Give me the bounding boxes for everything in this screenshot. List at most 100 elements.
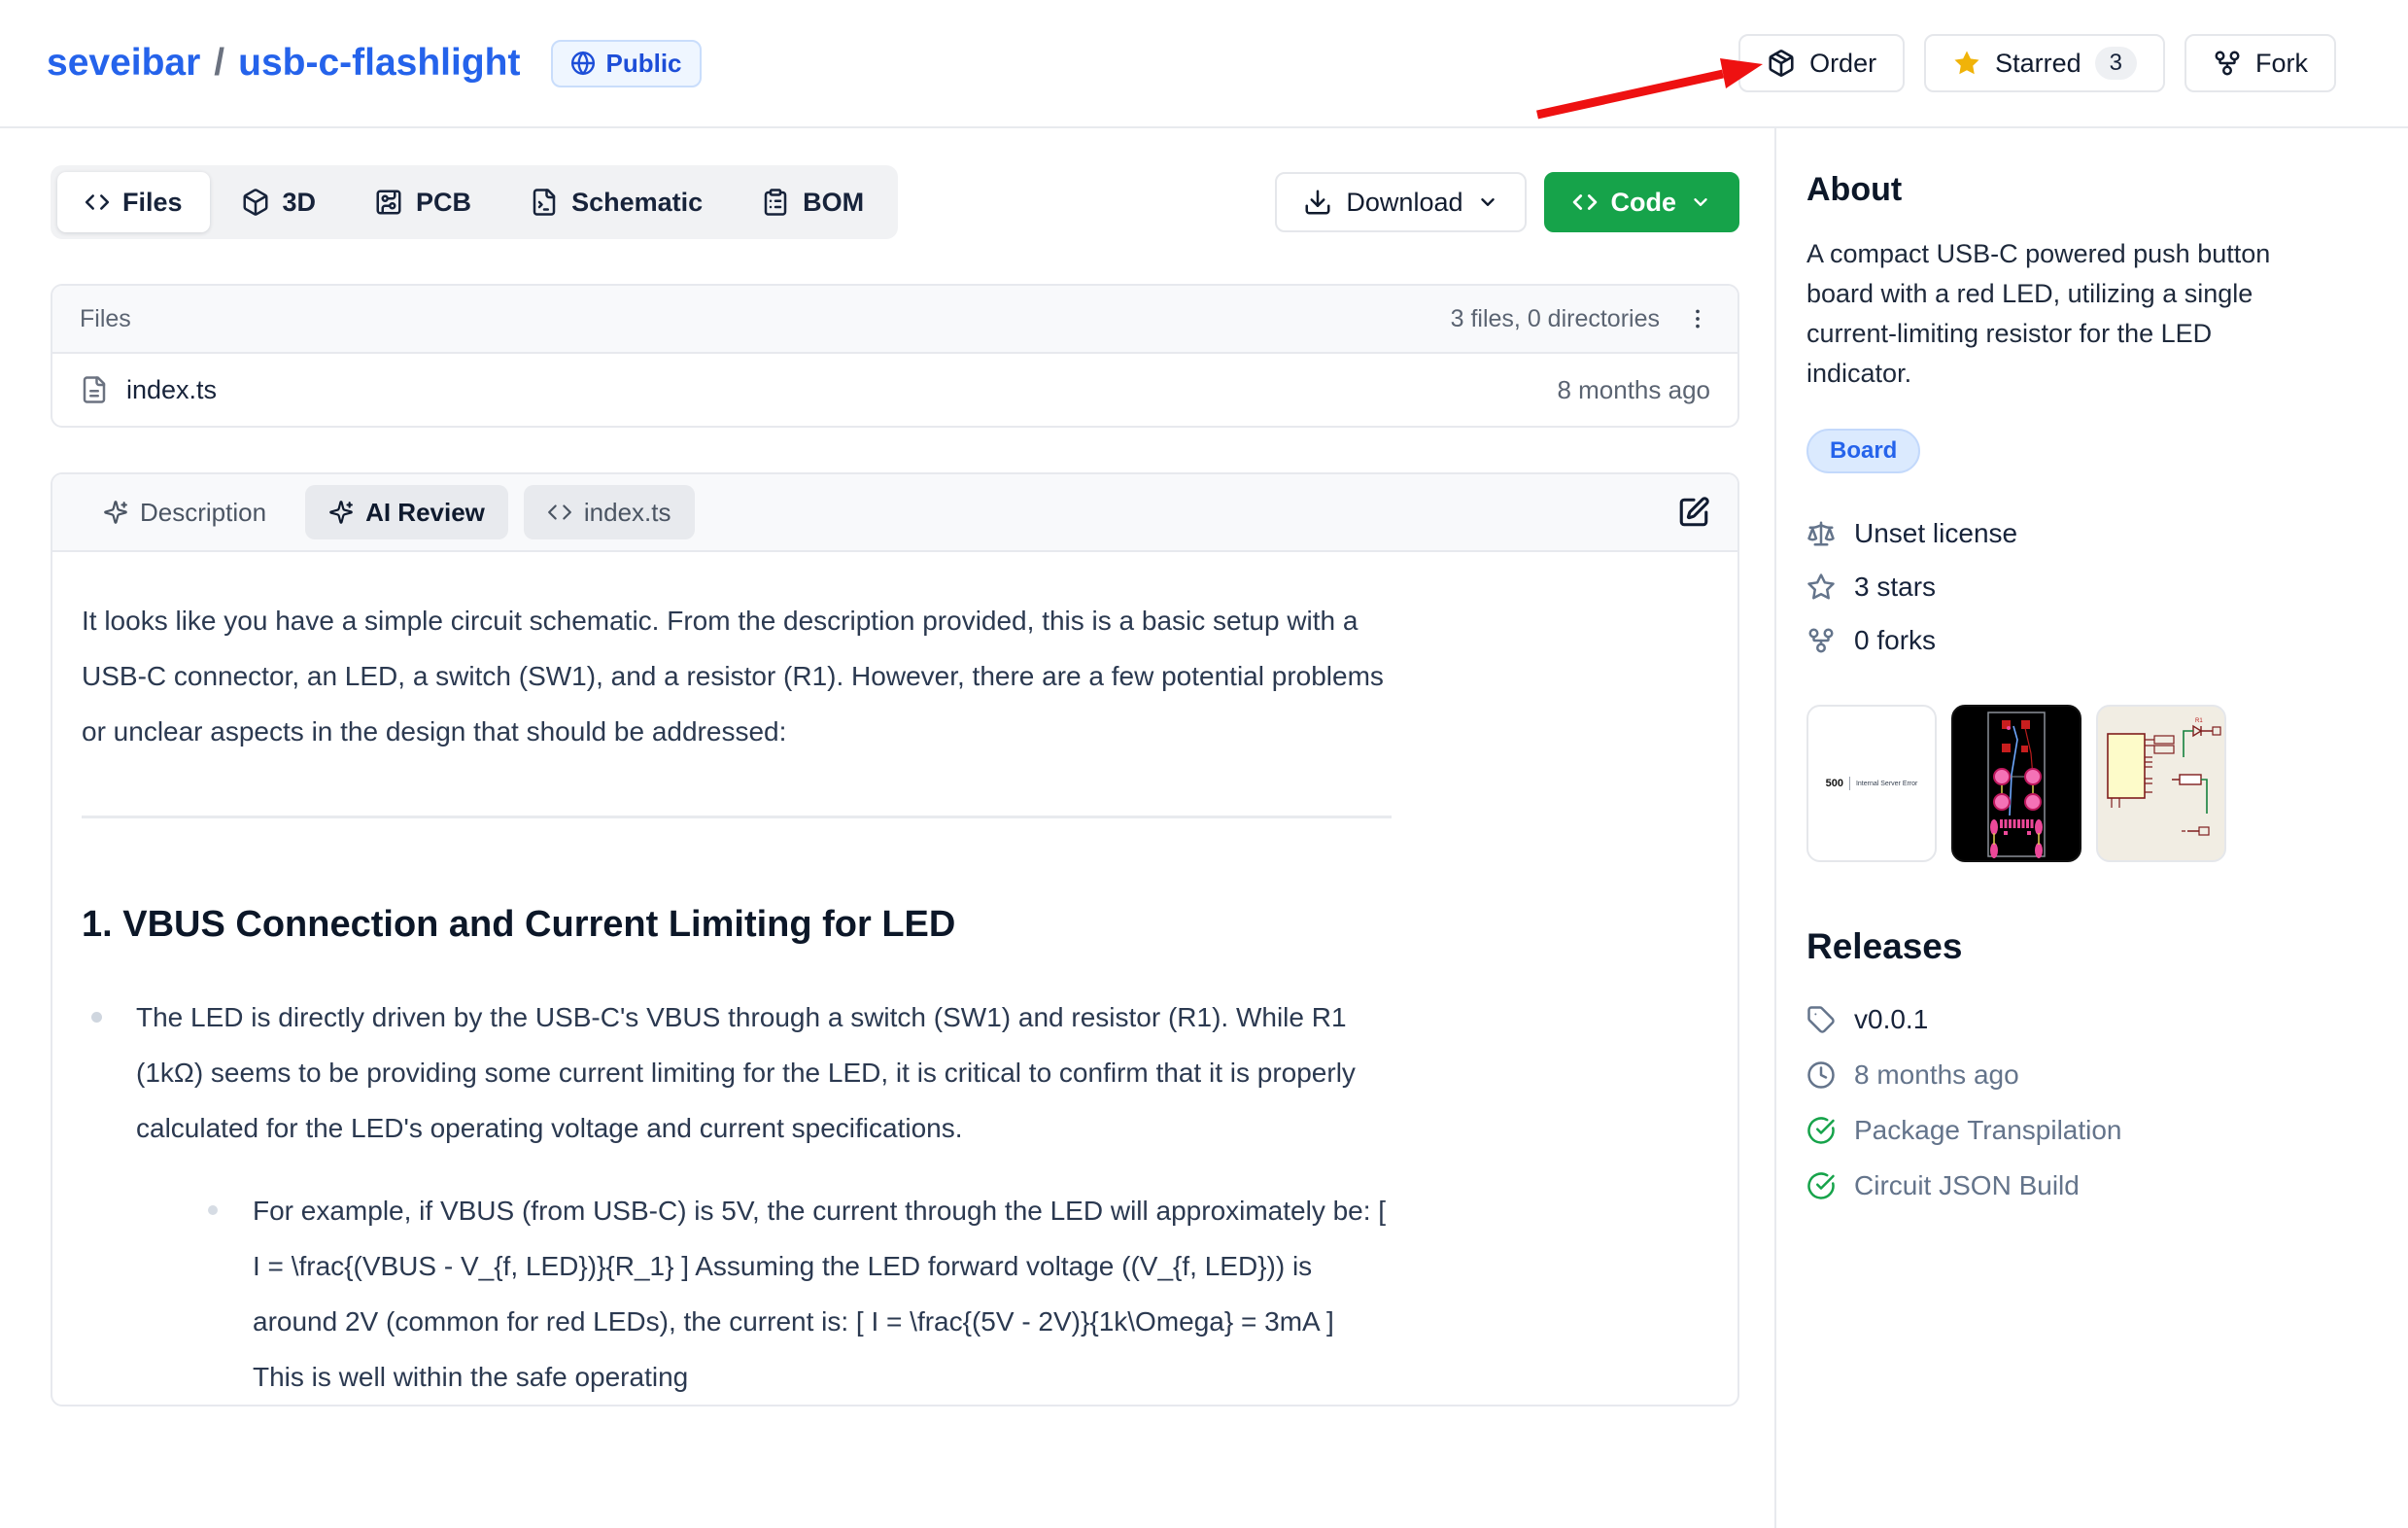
code-label: Code bbox=[1611, 188, 1677, 218]
star-count-badge: 3 bbox=[2095, 47, 2137, 80]
files-card: Files 3 files, 0 directories bbox=[51, 284, 1739, 428]
visibility-badge: Public bbox=[551, 40, 701, 87]
license-row[interactable]: Unset license bbox=[1806, 518, 2330, 549]
about-title: About bbox=[1806, 171, 2330, 209]
order-button[interactable]: Order bbox=[1738, 34, 1905, 92]
list-item: For example, if VBUS (from USB-C) is 5V,… bbox=[198, 1183, 1392, 1405]
tab-files-label: Files bbox=[122, 188, 183, 218]
nested-bullet-list: For example, if VBUS (from USB-C) is 5V,… bbox=[136, 1183, 1392, 1405]
chevron-down-icon bbox=[1477, 191, 1498, 213]
pcb-preview-thumbnail[interactable] bbox=[1951, 705, 2081, 862]
fork-icon bbox=[1806, 626, 1836, 655]
tab-3d[interactable]: 3D bbox=[214, 172, 344, 232]
license-label: Unset license bbox=[1854, 518, 2017, 549]
file-terminal-icon bbox=[530, 188, 559, 217]
kebab-menu-icon[interactable] bbox=[1685, 306, 1710, 331]
view-toolbar: Files 3D PCB bbox=[51, 165, 1739, 239]
repo-page: seveibar / usb-c-flashlight Public Order bbox=[0, 0, 2408, 1528]
viewer-card-header: Description AI Review bbox=[52, 474, 1737, 552]
preview-error-detail: Internal Server Error bbox=[1856, 781, 1917, 787]
3d-preview-thumbnail[interactable]: 500 Internal Server Error bbox=[1806, 705, 1937, 862]
tab-bom[interactable]: BOM bbox=[734, 172, 891, 232]
release-check-transpilation[interactable]: Package Transpilation bbox=[1806, 1115, 2330, 1146]
tab-ai-review[interactable]: AI Review bbox=[305, 485, 508, 539]
release-check-label: Circuit JSON Build bbox=[1854, 1170, 2080, 1201]
code-icon bbox=[85, 190, 110, 215]
clipboard-icon bbox=[761, 188, 790, 217]
list-item: The LED is directly driven by the USB-C'… bbox=[82, 990, 1392, 1405]
clock-icon bbox=[1806, 1060, 1836, 1090]
preview-error: 500 Internal Server Error bbox=[1808, 707, 1935, 860]
download-label: Download bbox=[1346, 188, 1462, 218]
files-card-header: Files 3 files, 0 directories bbox=[52, 286, 1737, 354]
file-row-left: index.ts bbox=[80, 375, 217, 405]
package-icon bbox=[1767, 49, 1796, 78]
repo-link[interactable]: usb-c-flashlight bbox=[238, 42, 520, 85]
preview-error-divider bbox=[1849, 777, 1850, 790]
star-icon bbox=[1952, 49, 1981, 78]
edit-icon bbox=[1677, 496, 1710, 529]
sparkles-icon bbox=[328, 500, 354, 525]
viewer-content: It looks like you have a simple circuit … bbox=[52, 552, 1737, 1405]
fork-button[interactable]: Fork bbox=[2184, 34, 2336, 92]
breadcrumb: seveibar / usb-c-flashlight Public bbox=[47, 40, 702, 87]
forks-row[interactable]: 0 forks bbox=[1806, 625, 2330, 656]
stars-label: 3 stars bbox=[1854, 572, 1936, 603]
cube-icon bbox=[241, 188, 270, 217]
release-check-circuit-json[interactable]: Circuit JSON Build bbox=[1806, 1170, 2330, 1201]
release-check-label: Package Transpilation bbox=[1854, 1115, 2122, 1146]
header-actions: Order Starred 3 Fork bbox=[1738, 34, 2336, 92]
starred-button[interactable]: Starred 3 bbox=[1924, 34, 2165, 92]
stars-row[interactable]: 3 stars bbox=[1806, 572, 2330, 603]
release-version: v0.0.1 bbox=[1854, 1004, 1928, 1035]
page-layout: Files 3D PCB bbox=[0, 128, 2408, 1528]
chevron-down-icon bbox=[1690, 191, 1711, 213]
section-heading: 1. VBUS Connection and Current Limiting … bbox=[82, 902, 1392, 947]
svg-text:R1: R1 bbox=[2195, 718, 2203, 724]
about-line: indicator. bbox=[1806, 354, 2330, 394]
release-date: 8 months ago bbox=[1854, 1059, 2019, 1091]
tab-index-ts-label: index.ts bbox=[584, 498, 671, 528]
scale-icon bbox=[1806, 519, 1836, 548]
forks-label: 0 forks bbox=[1854, 625, 1936, 656]
red-annotation-arrow bbox=[1531, 54, 1769, 124]
file-row[interactable]: index.ts 8 months ago bbox=[52, 354, 1737, 426]
release-list: v0.0.1 8 months ago Package Transpilatio… bbox=[1806, 1004, 2330, 1201]
board-tag-badge[interactable]: Board bbox=[1806, 429, 1920, 473]
about-line: board with a red LED, utilizing a single bbox=[1806, 274, 2330, 314]
file-updated: 8 months ago bbox=[1557, 375, 1710, 405]
tag-icon bbox=[1806, 1005, 1836, 1034]
repo-header: seveibar / usb-c-flashlight Public Order bbox=[0, 0, 2408, 128]
repo-meta-list: Unset license 3 stars 0 forks bbox=[1806, 518, 2330, 656]
tab-files[interactable]: Files bbox=[57, 172, 210, 232]
tab-ai-review-label: AI Review bbox=[365, 498, 485, 528]
intro-paragraph: It looks like you have a simple circuit … bbox=[82, 593, 1392, 759]
view-tabs: Files 3D PCB bbox=[51, 165, 898, 239]
tab-description[interactable]: Description bbox=[80, 485, 290, 539]
preview-thumbnails: 500 Internal Server Error bbox=[1806, 705, 2330, 862]
code-icon bbox=[547, 500, 572, 525]
code-button[interactable]: Code bbox=[1544, 172, 1740, 232]
sidebar: About A compact USB-C powered push butto… bbox=[1774, 128, 2408, 1528]
tab-schematic[interactable]: Schematic bbox=[502, 172, 730, 232]
tab-pcb-label: PCB bbox=[416, 188, 471, 218]
circuit-board-icon bbox=[374, 188, 403, 217]
download-button[interactable]: Download bbox=[1275, 172, 1526, 232]
download-icon bbox=[1303, 188, 1332, 217]
files-header-label: Files bbox=[80, 305, 131, 333]
fork-label: Fork bbox=[2255, 49, 2308, 79]
bullet-2-text: For example, if VBUS (from USB-C) is 5V,… bbox=[253, 1196, 1386, 1392]
tab-pcb[interactable]: PCB bbox=[347, 172, 499, 232]
tab-index-ts[interactable]: index.ts bbox=[524, 485, 695, 539]
releases-title: Releases bbox=[1806, 926, 2330, 967]
edit-button[interactable] bbox=[1677, 496, 1710, 529]
files-header-right: 3 files, 0 directories bbox=[1451, 305, 1710, 333]
schematic-preview-thumbnail[interactable]: R1 bbox=[2096, 705, 2226, 862]
file-name: index.ts bbox=[126, 375, 217, 405]
check-circle-icon bbox=[1806, 1171, 1836, 1200]
sparkles-icon bbox=[103, 500, 128, 525]
schematic-preview-image: R1 bbox=[2098, 707, 2224, 860]
release-version-row[interactable]: v0.0.1 bbox=[1806, 1004, 2330, 1035]
owner-link[interactable]: seveibar bbox=[47, 42, 200, 85]
files-summary: 3 files, 0 directories bbox=[1451, 305, 1660, 333]
